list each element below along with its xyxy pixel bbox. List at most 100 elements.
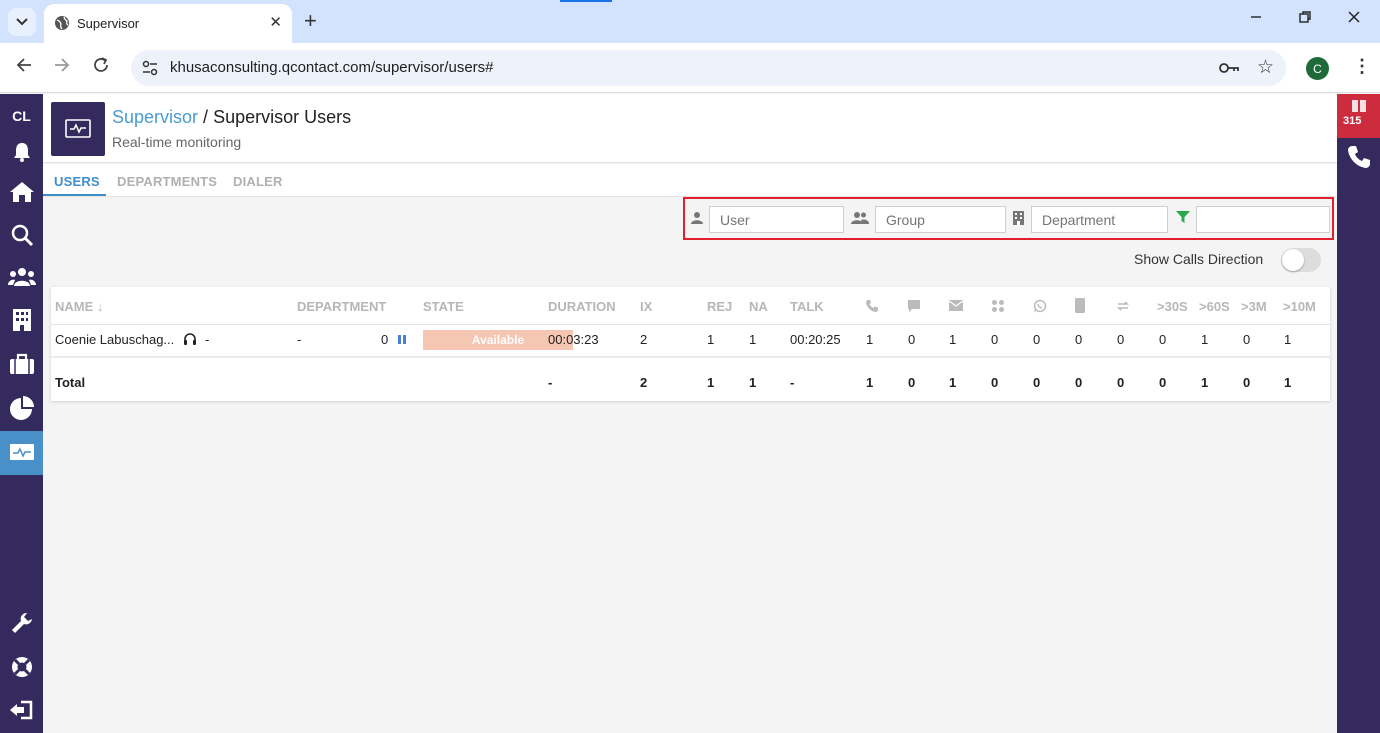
active-tab-underline	[43, 194, 106, 196]
total-transfer: 0	[1117, 375, 1125, 390]
column-header-duration[interactable]: DURATION	[548, 299, 616, 314]
column-header-department[interactable]: DEPARTMENT	[297, 299, 386, 314]
back-button[interactable]	[15, 56, 33, 79]
total-ix: 2	[640, 375, 648, 390]
sidebar-item-cases[interactable]	[0, 344, 43, 384]
sign-out-icon	[9, 700, 32, 720]
total-label: Total	[55, 375, 86, 390]
new-tab-button[interactable]: +	[304, 9, 317, 33]
queue-badge-box[interactable]: 315	[1337, 94, 1380, 138]
sidebar-item-departments[interactable]	[0, 300, 43, 340]
sidebar-item-notifications[interactable]	[0, 132, 43, 172]
column-header-name[interactable]: NAME ↓	[55, 299, 103, 314]
sidebar-item-home[interactable]	[0, 172, 43, 212]
ix-count: 2	[640, 332, 648, 347]
text-filter-input[interactable]	[1196, 206, 1330, 233]
briefcase-icon	[9, 353, 34, 374]
user-extension: -	[205, 332, 210, 347]
breadcrumb-separator: /	[198, 107, 214, 127]
user-filter-input[interactable]	[709, 206, 844, 233]
column-header-gt10m[interactable]: >10M	[1283, 299, 1316, 314]
total-gt60s: 1	[1201, 375, 1209, 390]
breadcrumb-root-link[interactable]: Supervisor	[112, 107, 198, 127]
total-chat: 0	[908, 375, 916, 390]
page-header: Supervisor / Supervisor Users Real-time …	[43, 94, 1337, 163]
reload-button[interactable]	[92, 56, 110, 79]
breadcrumb: Supervisor / Supervisor Users	[112, 107, 351, 128]
phone-button[interactable]	[1346, 144, 1372, 175]
password-key-icon[interactable]	[1218, 59, 1240, 77]
user-icon	[691, 212, 703, 224]
email-count: 1	[949, 332, 957, 347]
headset-icon	[184, 333, 196, 345]
address-bar[interactable]: khusaconsulting.qcontact.com/supervisor/…	[131, 50, 1286, 86]
total-whatsapp: 0	[1033, 375, 1041, 390]
department-filter-input[interactable]	[1031, 206, 1168, 233]
sidebar-item-reports[interactable]	[0, 388, 43, 428]
total-na: 1	[749, 375, 757, 390]
sidebar-item-contacts[interactable]	[0, 257, 43, 297]
restore-icon	[1299, 11, 1311, 23]
sms-count: 0	[1075, 332, 1083, 347]
transfer-icon	[1117, 301, 1129, 311]
calls-direction-label: Show Calls Direction	[1134, 251, 1264, 267]
group-filter-input[interactable]	[875, 206, 1006, 233]
column-header-gt30s[interactable]: >30S	[1157, 299, 1188, 314]
close-window-button[interactable]	[1347, 10, 1361, 29]
bookmark-star-icon[interactable]: ☆	[1257, 56, 1274, 79]
sidebar-item-search[interactable]	[0, 215, 43, 255]
browser-tab[interactable]: Supervisor ✕	[44, 4, 292, 43]
sidebar-item-logout[interactable]	[0, 690, 43, 730]
user-department: -	[297, 332, 302, 347]
toggle-knob	[1282, 249, 1304, 271]
browser-menu-icon[interactable]: ⋮	[1353, 56, 1371, 77]
total-gt30s: 0	[1159, 375, 1167, 390]
calls-direction-toggle[interactable]	[1281, 248, 1321, 272]
state-duration: 00:03:23	[548, 332, 599, 347]
arrow-right-icon	[55, 58, 70, 72]
queue-badge-count: 315	[1343, 115, 1362, 127]
column-header-ix[interactable]: IX	[640, 299, 652, 314]
profile-avatar[interactable]: C	[1306, 57, 1329, 80]
sidebar-item-supervisor[interactable]	[0, 431, 43, 475]
sidebar-item-help[interactable]	[0, 647, 43, 687]
building-icon	[1013, 211, 1024, 225]
column-header-gt60s[interactable]: >60S	[1199, 299, 1230, 314]
column-header-na[interactable]: NA	[749, 299, 768, 314]
column-header-gt3m[interactable]: >3M	[1241, 299, 1267, 314]
phone-icon	[1348, 146, 1370, 168]
wrench-icon	[11, 613, 32, 633]
calls-count: 1	[866, 332, 874, 347]
whatsapp-icon	[1033, 299, 1047, 313]
total-gt3m: 0	[1243, 375, 1251, 390]
filter-bar	[683, 197, 1334, 240]
tab-search-button[interactable]	[8, 8, 36, 36]
restore-button[interactable]	[1298, 10, 1312, 29]
minimize-button[interactable]	[1249, 10, 1263, 29]
column-header-rej[interactable]: REJ	[707, 299, 732, 314]
na-count: 1	[749, 332, 757, 347]
softphone-bar: 315	[1337, 94, 1380, 733]
pause-icon[interactable]	[397, 334, 407, 345]
column-header-talk[interactable]: TALK	[790, 299, 824, 314]
column-header-state[interactable]: STATE	[423, 299, 464, 314]
tab-departments[interactable]: DEPARTMENTS	[117, 174, 217, 189]
site-settings-icon[interactable]	[141, 59, 159, 77]
page-title: Supervisor Users	[213, 107, 352, 127]
gt3m-count: 0	[1243, 332, 1251, 347]
users-table: NAME ↓ DEPARTMENT STATE DURATION IX REJ …	[51, 287, 1330, 401]
sidebar-item-tools[interactable]	[0, 603, 43, 643]
home-icon	[9, 182, 34, 202]
users-icon	[7, 268, 36, 286]
tab-close-icon[interactable]: ✕	[269, 13, 282, 31]
main-content: Supervisor / Supervisor Users Real-time …	[43, 94, 1337, 733]
total-divider	[51, 356, 1330, 358]
browser-tab-strip: Supervisor ✕ +	[0, 0, 1380, 43]
whatsapp-count: 0	[1033, 332, 1041, 347]
user-name[interactable]: Coenie Labuschag...	[55, 332, 174, 347]
gt10m-count: 1	[1284, 332, 1292, 347]
forward-button[interactable]	[53, 56, 71, 79]
tab-dialer[interactable]: DIALER	[233, 174, 283, 189]
total-duration: -	[548, 375, 553, 390]
tab-users[interactable]: USERS	[54, 174, 100, 189]
